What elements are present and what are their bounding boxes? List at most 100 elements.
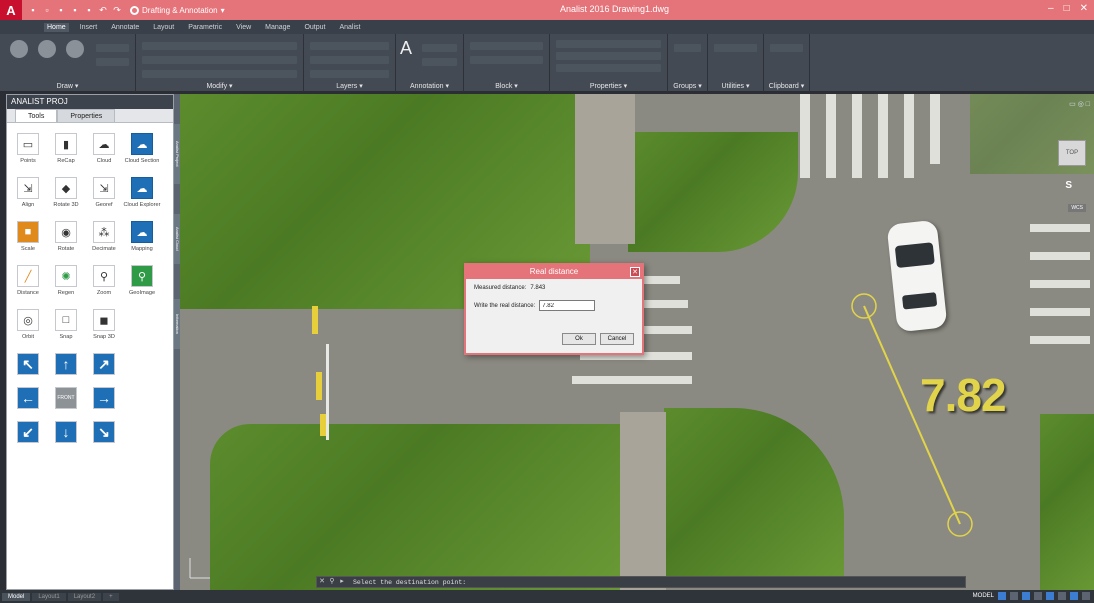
cloud-section-icon: ☁ — [131, 133, 153, 155]
tab-view[interactable]: View — [233, 23, 254, 32]
close-icon[interactable]: ✕ — [317, 577, 327, 587]
tab-layout[interactable]: Layout — [150, 23, 177, 32]
nav-up-button[interactable]: ↑ — [47, 353, 85, 378]
nav-down-button[interactable]: ↓ — [47, 421, 85, 446]
arrow-down-icon: ↓ — [55, 421, 77, 443]
snap-icon: □ — [55, 309, 77, 331]
arrow-down-left-icon: ↙ — [17, 421, 39, 443]
nav-down-right-button[interactable]: ↘ — [85, 421, 123, 446]
palette-tab-tools[interactable]: Tools — [15, 109, 58, 122]
nav-down-left-button[interactable]: ↙ — [9, 421, 47, 446]
search-icon[interactable]: ⚲ — [327, 577, 337, 587]
osnap-toggle-icon[interactable] — [1046, 592, 1054, 600]
tool-cloud-explorer[interactable]: ☁ Cloud Explorer — [123, 177, 161, 208]
arrow-up-left-icon: ↖ — [17, 353, 39, 375]
polyline-icon[interactable] — [38, 40, 56, 58]
tab-home[interactable]: Home — [44, 22, 69, 32]
add-layout-button[interactable]: + — [103, 592, 119, 601]
text-icon[interactable]: A — [400, 38, 412, 59]
model-space-button[interactable]: MODEL — [973, 593, 994, 599]
polar-toggle-icon[interactable] — [1034, 592, 1042, 600]
app-menu-button[interactable]: A — [0, 0, 22, 20]
viewport-controls[interactable]: ▭ ◎ □ — [1069, 100, 1090, 108]
print-icon[interactable]: ▪ — [84, 5, 94, 15]
annotation-scale-icon[interactable] — [1058, 592, 1066, 600]
annotation-panel-label[interactable]: Annotation — [396, 82, 463, 90]
palette-tab-properties[interactable]: Properties — [57, 109, 116, 122]
layout-tab-layout2[interactable]: Layout2 — [67, 592, 102, 601]
properties-panel-label[interactable]: Properties — [550, 82, 667, 90]
recap-icon: ▮ — [55, 133, 77, 155]
tool-scale[interactable]: ■ Scale — [9, 221, 47, 252]
tool-align[interactable]: ⇲ Align — [9, 177, 47, 208]
tool-cloud[interactable]: ☁ Cloud — [85, 133, 123, 164]
tool-zoom[interactable]: ⚲ Zoom — [85, 265, 123, 296]
tool-cloud-section[interactable]: ☁ Cloud Section — [123, 133, 161, 164]
tool-orbit[interactable]: ◎ Orbit — [9, 309, 47, 340]
compass-south[interactable]: S — [1065, 180, 1072, 191]
dialog-close-icon[interactable]: ✕ — [630, 267, 640, 277]
clipboard-panel-label[interactable]: Clipboard — [764, 82, 809, 90]
nav-front-button[interactable]: FRONT — [47, 387, 85, 412]
line-icon[interactable] — [10, 40, 28, 58]
layout-tab-layout1[interactable]: Layout1 — [32, 592, 66, 601]
new-file-icon[interactable]: ▪ — [28, 5, 38, 15]
tool-recap[interactable]: ▮ ReCap — [47, 133, 85, 164]
workspace-gear-icon[interactable] — [1070, 592, 1078, 600]
nav-left-button[interactable]: ← — [9, 387, 47, 412]
ortho-toggle-icon[interactable] — [1022, 592, 1030, 600]
workspace-selector[interactable]: Drafting & Annotation ▾ — [130, 5, 225, 15]
tab-insert[interactable]: Insert — [77, 23, 101, 32]
zoom-icon: ⚲ — [93, 265, 115, 287]
tool-mapping[interactable]: ☁ Mapping — [123, 221, 161, 252]
nav-right-button[interactable]: → — [85, 387, 123, 412]
quick-access-toolbar: ▪ ▫ ▪ ▪ ▪ ↶ ↷ — [28, 5, 122, 15]
tool-regen[interactable]: ✺ Regen — [47, 265, 85, 296]
decimate-icon: ⁂ — [93, 221, 115, 243]
wcs-menu[interactable]: WCS — [1068, 204, 1086, 212]
open-file-icon[interactable]: ▫ — [42, 5, 52, 15]
tab-annotate[interactable]: Annotate — [108, 23, 142, 32]
palette-title: ANALIST PROJ — [7, 95, 173, 109]
ok-button[interactable]: Ok — [562, 333, 596, 345]
customize-menu-icon[interactable] — [1082, 592, 1090, 600]
layers-panel-label[interactable]: Layers — [304, 82, 395, 90]
redo-icon[interactable]: ↷ — [112, 5, 122, 15]
viewcube[interactable]: TOP — [1058, 140, 1086, 166]
utilities-panel-label[interactable]: Utilities — [708, 82, 763, 90]
close-button[interactable]: ✕ — [1080, 3, 1088, 14]
undo-icon[interactable]: ↶ — [98, 5, 108, 15]
real-distance-input[interactable] — [539, 300, 596, 311]
tool-decimate[interactable]: ⁂ Decimate — [85, 221, 123, 252]
tab-manage[interactable]: Manage — [262, 23, 293, 32]
cancel-button[interactable]: Cancel — [600, 333, 634, 345]
tool-geoimage[interactable]: ⚲ GeoImage — [123, 265, 161, 296]
save-as-icon[interactable]: ▪ — [70, 5, 80, 15]
draw-panel-label[interactable]: Draw — [0, 82, 135, 90]
save-icon[interactable]: ▪ — [56, 5, 66, 15]
tool-snap-3d[interactable]: ◼ Snap 3D — [85, 309, 123, 340]
tool-rotate-3d[interactable]: ◆ Rotate 3D — [47, 177, 85, 208]
window-controls: – □ ✕ — [1048, 3, 1088, 14]
nav-up-right-button[interactable]: ↗ — [85, 353, 123, 378]
grid-toggle-icon[interactable] — [998, 592, 1006, 600]
command-line[interactable]: ✕ ⚲ ▸ Select the destination point: — [316, 576, 966, 588]
modify-panel-label[interactable]: Modify — [136, 82, 303, 90]
tool-georef[interactable]: ⇲ Georef — [85, 177, 123, 208]
tab-output[interactable]: Output — [301, 23, 328, 32]
nav-up-left-button[interactable]: ↖ — [9, 353, 47, 378]
circle-icon[interactable] — [66, 40, 84, 58]
tool-points[interactable]: ▭ Points — [9, 133, 47, 164]
maximize-button[interactable]: □ — [1064, 3, 1070, 14]
dialog-title-bar: Real distance ✕ — [466, 265, 642, 279]
groups-panel-label[interactable]: Groups — [668, 82, 707, 90]
minimize-button[interactable]: – — [1048, 3, 1054, 14]
block-panel-label[interactable]: Block — [464, 82, 549, 90]
snap-toggle-icon[interactable] — [1010, 592, 1018, 600]
tab-parametric[interactable]: Parametric — [185, 23, 225, 32]
tool-rotate[interactable]: ◉ Rotate — [47, 221, 85, 252]
tool-distance[interactable]: ╱ Distance — [9, 265, 47, 296]
tool-snap[interactable]: □ Snap — [47, 309, 85, 340]
layout-tab-model[interactable]: Model — [2, 592, 31, 601]
tab-analist[interactable]: Analist — [336, 23, 363, 32]
